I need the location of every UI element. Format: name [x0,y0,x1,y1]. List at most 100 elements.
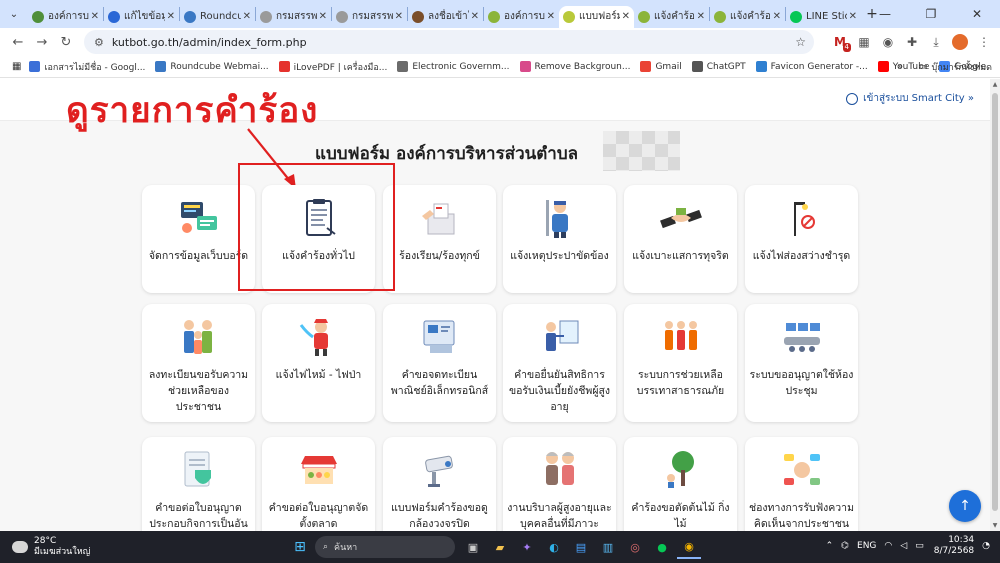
scroll-down-icon[interactable]: ▼ [990,522,1000,529]
wifi-icon[interactable]: ◠ [884,541,892,551]
scroll-top-button[interactable]: ↑ [949,490,981,522]
bookmark-item[interactable]: iLovePDF | เครื่องมือ... [278,60,387,74]
form-card[interactable]: แจ้งไฟไหม้ - ไฟป่า [262,304,375,422]
tab-close-icon[interactable]: ✕ [91,11,99,22]
file-explorer-icon[interactable]: ▰ [488,535,512,559]
task-view-icon[interactable]: ▣ [461,535,485,559]
notes-app-icon[interactable]: ▥ [596,535,620,559]
browser-tab[interactable]: ลงชื่อเข้าใ ✕ [408,6,483,28]
firefighter-icon [297,315,341,359]
browser-tab[interactable]: LINE Stic ✕ [786,6,861,28]
maximize-icon[interactable]: ❐ [908,7,954,21]
download-button[interactable]: ⤓ [924,30,948,54]
form-card[interactable]: ระบบขออนุญาตใช้ห้องประชุม [745,304,858,422]
extension-button[interactable]: ▦ [852,30,876,54]
tab-close-icon[interactable]: ✕ [395,11,403,22]
browser-tab[interactable]: กรมสรรพ ✕ [332,6,407,28]
taskbar-clock[interactable]: 10:34 8/7/2568 [934,535,974,557]
windows-start-icon[interactable]: ⊞ [288,535,312,559]
form-card[interactable]: คำขอยื่นยันสิทธิการขอรับเงินเบี้ยยังชีพผ… [503,304,616,422]
form-card[interactable]: คำขอต่อใบอนุญาตจัดตั้งตลาด [262,437,375,531]
form-card[interactable]: แจ้งไฟส่องสว่างชำรุด [745,185,858,293]
form-card[interactable]: คำร้องขอตัดต้นไม้ กิ่งไม้ [624,437,737,531]
bookmark-item[interactable]: Remove Backgroun... [519,61,630,72]
close-window-icon[interactable]: ✕ [954,7,1000,21]
tray-overflow-icon[interactable]: ⌃ [826,541,834,551]
form-card[interactable]: คำขอจดทะเบียนพาณิชย์อิเล็กทรอนิกส์ [383,304,496,422]
form-card[interactable]: งานบริบาลผู้สูงอายุและบุคคลอื่นที่มีภาวะ [503,437,616,531]
bookmark-item[interactable]: Gmail [640,61,682,72]
bookmark-star-icon[interactable]: ☆ [795,35,806,49]
form-card[interactable]: คำขอต่อใบอนุญาตประกอบกิจการเป็นอัน [142,437,255,531]
scroll-up-icon[interactable]: ▲ [990,81,1000,88]
profile-avatar[interactable] [952,34,968,50]
chrome-icon[interactable]: ◉ [677,535,701,559]
form-card[interactable]: ระบบการช่วยเหลือบรรเทาสาธารณภัย [624,304,737,422]
site-info-icon[interactable]: ⚙ [94,36,104,49]
tab-close-icon[interactable]: ✕ [167,11,175,22]
tab-close-icon[interactable]: ✕ [243,11,251,22]
forward-button[interactable]: → [30,30,54,54]
tab-close-icon[interactable]: ✕ [547,11,555,22]
puzzle-button[interactable]: ✚ [900,30,924,54]
browser-tab[interactable]: แก้ไขข้อมู ✕ [104,6,179,28]
browser-tab[interactable]: แจ้งคำร้อง✕ [710,6,785,28]
bookmark-label: ChatGPT [706,61,746,72]
form-card[interactable]: แบบฟอร์มคำร้องขอดูกล้องวงจรปิด [383,437,496,531]
bookmark-item[interactable]: ChatGPT [691,61,746,72]
address-bar[interactable]: ⚙ kutbot.go.th/admin/index_form.php ☆ [84,30,814,54]
tab-close-icon[interactable]: ✕ [622,11,630,22]
bookmark-item[interactable]: Roundcube Webmai... [155,61,269,72]
minimize-icon[interactable]: — [862,7,908,21]
form-card[interactable]: แจ้งเหตุประปาขัดข้อง [503,185,616,293]
tab-title: Roundcu [200,11,241,22]
form-card[interactable]: ลงทะเบียนขอรับความช่วยเหลือของประชาชน [142,304,255,422]
browser-tab[interactable]: แบบฟอร์ม ✕ [559,5,634,28]
bookmark-item[interactable]: Favicon Generator -... [755,61,868,72]
tab-close-icon[interactable]: ✕ [471,11,479,22]
screenshot-button[interactable]: ◉ [876,30,900,54]
tab-close-icon[interactable]: ✕ [697,11,705,22]
network-icon[interactable]: ⌬ [841,541,849,551]
browser-tab[interactable]: กรมสรรพ ✕ [256,6,331,28]
form-card-label: คำขอยื่นยันสิทธิการขอรับเงินเบี้ยยังชีพผ… [508,369,611,413]
bookmark-item[interactable]: Electronic Governm... [397,61,510,72]
settings-app-icon[interactable]: ◎ [623,535,647,559]
copilot-icon[interactable]: ✦ [515,535,539,559]
browser-menu-button[interactable]: ⋮ [972,30,996,54]
bookmark-item[interactable]: เอกสารไม่มีชื่อ - Googl... [29,60,145,74]
apps-grid-icon[interactable]: ▦ [12,61,21,72]
bookmark-label: Favicon Generator -... [770,61,868,72]
language-indicator[interactable]: ENG [857,541,876,551]
page-scrollbar[interactable]: ▲ ▼ [990,79,1000,531]
back-button[interactable]: ← [6,30,30,54]
scrollbar-thumb[interactable] [992,93,998,511]
taskbar-search[interactable]: ⌕ ค้นหา [315,536,455,558]
volume-icon[interactable]: ◁ [900,541,907,551]
browser-tab[interactable]: องค์การบริ✕ [28,6,103,28]
browser-toolbar: ← → ↻ ⚙ kutbot.go.th/admin/index_form.ph… [0,28,1000,56]
browser-tab[interactable]: แจ้งคำร้อง✕ [634,6,709,28]
smart-city-login-link[interactable]: เข้าสู่ระบบ Smart City » [846,91,974,106]
browser-tab[interactable]: Roundcu ✕ [180,6,255,28]
form-card-label: งานบริบาลผู้สูงอายุและบุคคลอื่นที่มีภาวะ [507,502,612,530]
tab-search-button[interactable]: ⌄ [0,0,28,28]
tab-close-icon[interactable]: ✕ [319,11,327,22]
reload-button[interactable]: ↻ [54,30,78,54]
gmail-extension[interactable]: M4 [828,30,852,54]
battery-icon[interactable]: ▭ [915,541,924,551]
store-icon[interactable]: ▤ [569,535,593,559]
form-card[interactable]: ช่องทางการรับฟังความคิดเห็นจากประชาชน [745,437,858,531]
edge-icon[interactable]: ◐ [542,535,566,559]
tab-close-icon[interactable]: ✕ [773,11,781,22]
bookmarks-more-button[interactable]: » [898,62,904,72]
weather-widget[interactable]: 28°C มีเมฆส่วนใหญ่ [12,536,90,558]
form-card[interactable]: แจ้งเบาะแสการทุจริต [624,185,737,293]
line-app-icon[interactable]: ● [650,535,674,559]
all-bookmarks-button[interactable]: บุ๊กมาร์กทั้งหมด [932,60,992,74]
windows-taskbar: 28°C มีเมฆส่วนใหญ่ ⊞ ⌕ ค้นหา ▣ ▰ ✦ ◐ ▤ ▥… [0,531,1000,563]
notifications-icon[interactable]: ◔ [982,541,990,551]
browser-tab[interactable]: องค์การบริ✕ [484,6,559,28]
form-card[interactable]: ร้องเรียน/ร้องทุกข์ [383,185,496,293]
tab-close-icon[interactable]: ✕ [849,11,857,22]
